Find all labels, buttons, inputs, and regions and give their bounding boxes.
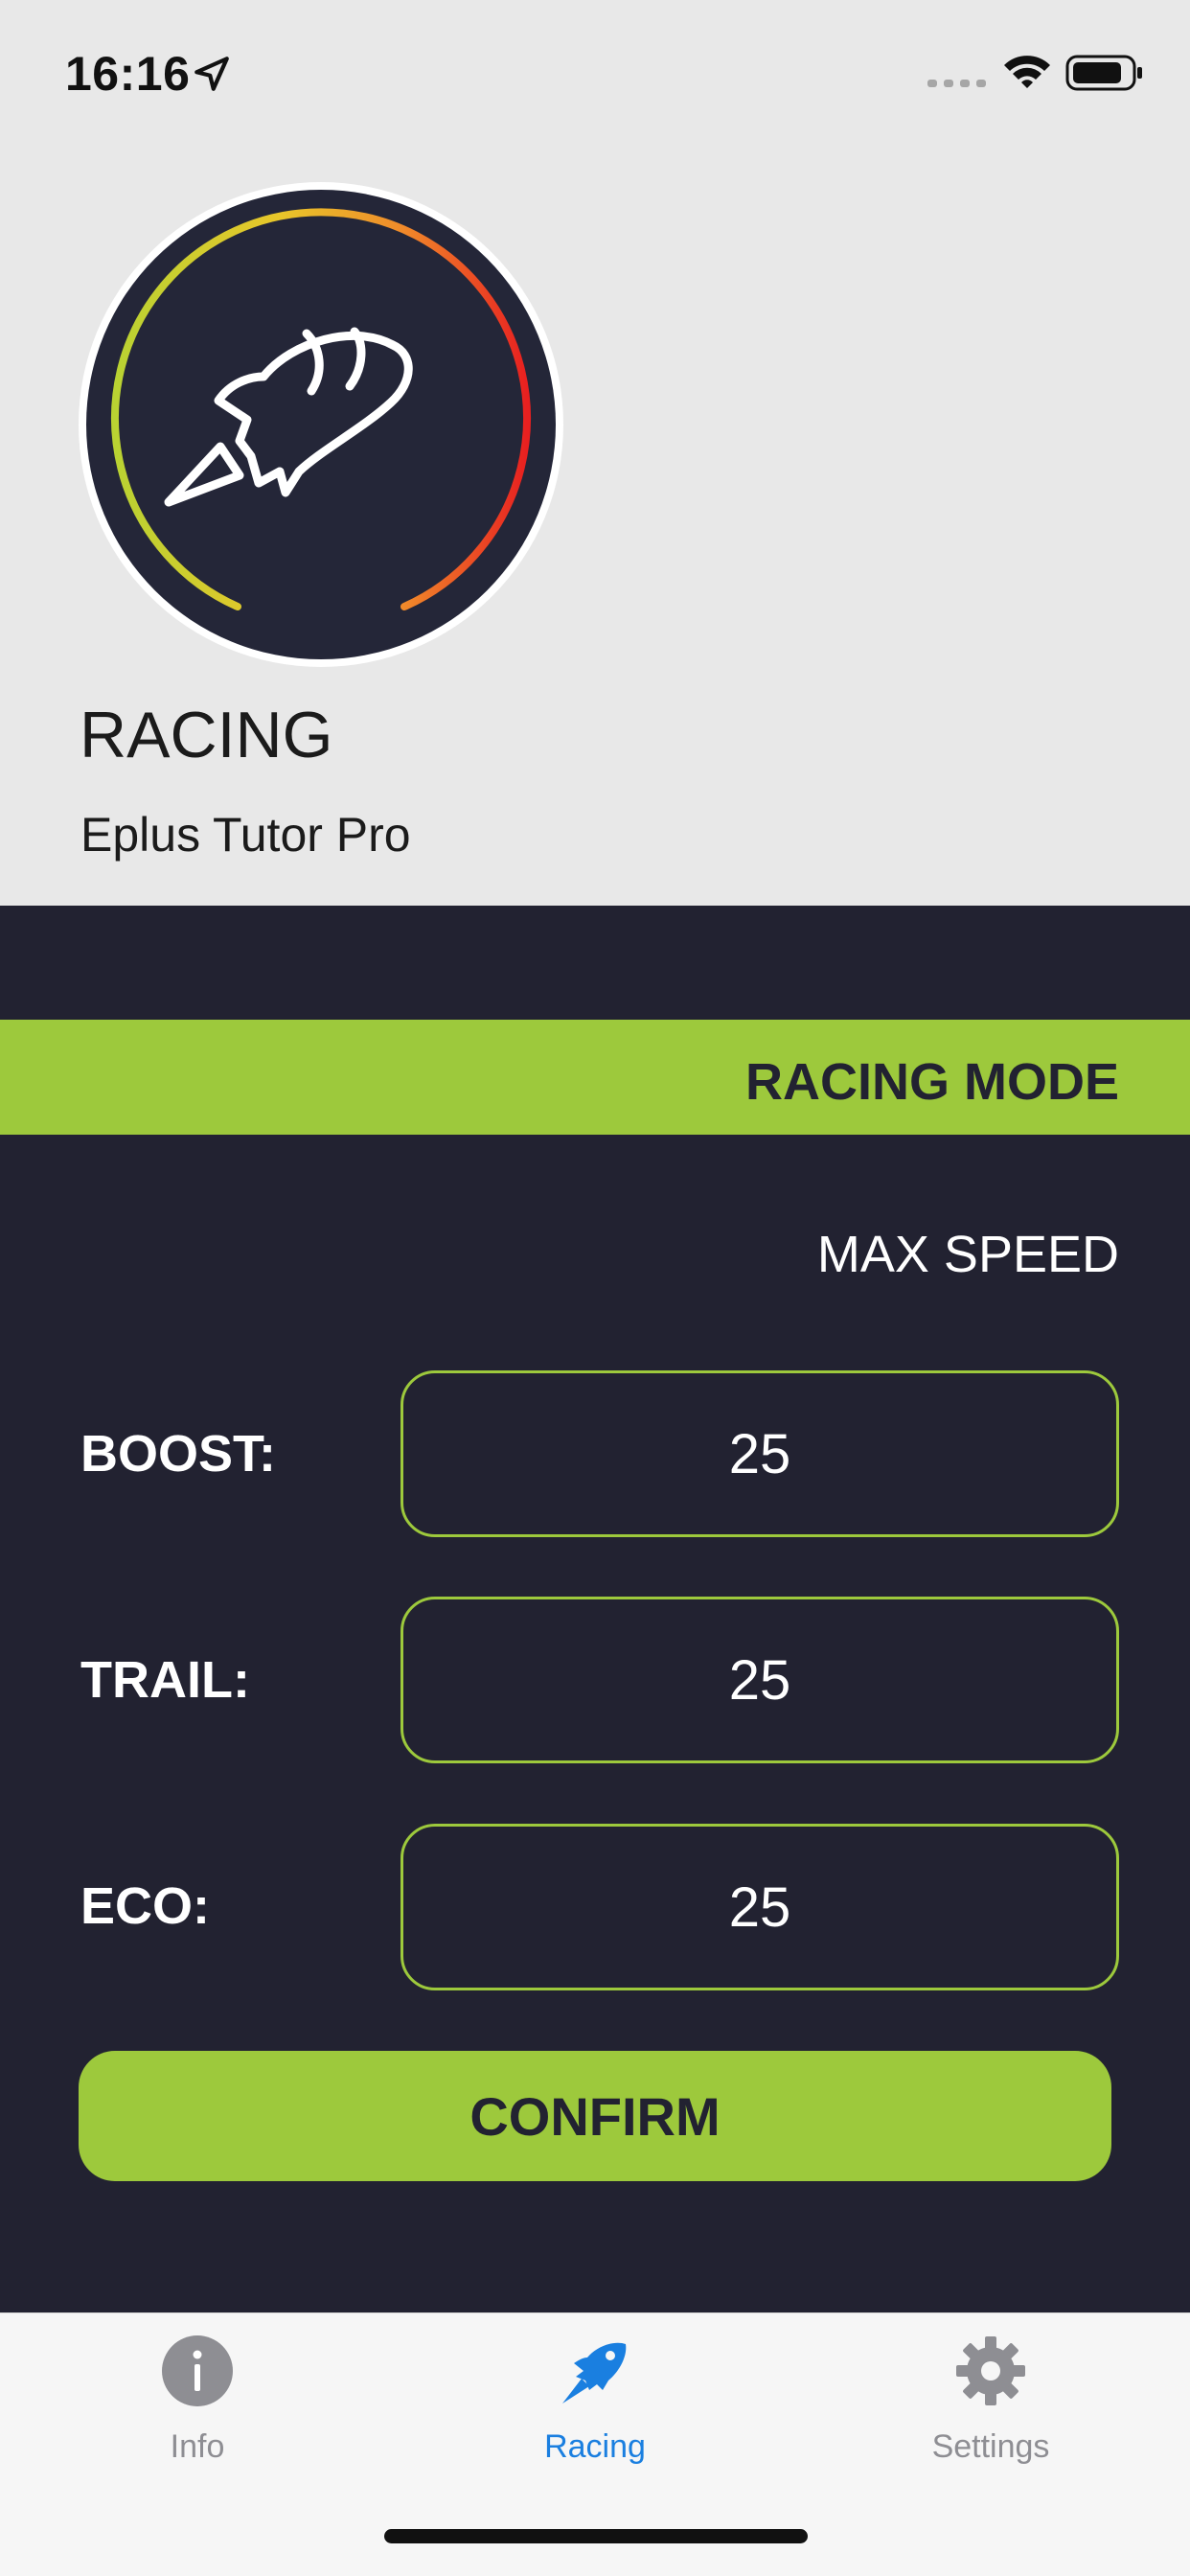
tab-settings-label: Settings — [931, 2428, 1050, 2465]
gear-icon — [956, 2336, 1025, 2405]
tab-info[interactable]: Info — [54, 2313, 341, 2505]
mode-banner: RACING MODE — [0, 1020, 1190, 1135]
trail-speed-input[interactable] — [400, 1597, 1119, 1763]
eco-speed-input[interactable] — [400, 1824, 1119, 1990]
tab-settings[interactable]: Settings — [847, 2313, 1134, 2505]
location-arrow-icon — [195, 57, 229, 91]
mode-banner-label: RACING MODE — [745, 1053, 1119, 1111]
cellular-signal-icon — [927, 80, 986, 87]
wifi-icon — [1004, 56, 1050, 88]
status-bar: 16:16 — [0, 0, 1190, 144]
device-name: Eplus Tutor Pro — [80, 808, 411, 862]
boost-label: BOOST: — [80, 1425, 277, 1483]
tab-info-label: Info — [170, 2428, 225, 2465]
eco-label: ECO: — [80, 1877, 210, 1935]
tab-racing-label: Racing — [544, 2428, 646, 2465]
battery-icon — [1065, 55, 1142, 91]
trail-label: TRAIL: — [80, 1651, 250, 1709]
rocket-icon — [562, 2342, 627, 2404]
max-speed-header: MAX SPEED — [816, 1226, 1119, 1283]
tab-racing[interactable]: Racing — [451, 2313, 739, 2505]
info-icon — [162, 2335, 233, 2406]
home-indicator[interactable] — [384, 2529, 808, 2543]
confirm-button[interactable]: CONFIRM — [79, 2051, 1111, 2181]
boost-speed-input[interactable] — [400, 1370, 1119, 1537]
status-time: 16:16 — [65, 47, 191, 101]
mode-title: RACING — [80, 699, 333, 771]
rocket-speedometer-logo — [79, 182, 563, 667]
